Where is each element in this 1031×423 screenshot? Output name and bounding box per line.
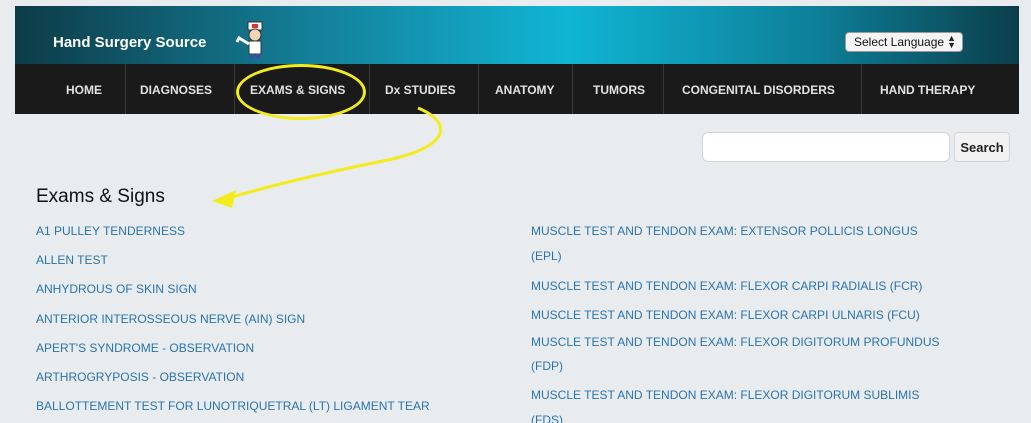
nav-separator — [663, 64, 664, 114]
nav-congenital-disorders[interactable]: CONGENITAL DISORDERS — [682, 83, 835, 97]
site-title[interactable]: Hand Surgery Source — [53, 34, 206, 51]
list-item[interactable]: ARTHROGRYPOSIS - OBSERVATION — [36, 370, 244, 384]
nav-hand-therapy[interactable]: HAND THERAPY — [880, 83, 975, 97]
nav-separator — [478, 64, 479, 114]
list-item[interactable]: MUSCLE TEST AND TENDON EXAM: FLEXOR DIGI… — [531, 335, 940, 349]
list-item[interactable]: ANTERIOR INTEROSSEOUS NERVE (AIN) SIGN — [36, 312, 305, 326]
nav-separator — [572, 64, 573, 114]
nav-separator — [369, 64, 370, 114]
doctor-mascot-icon — [235, 21, 263, 59]
nav-separator — [125, 64, 126, 114]
language-select-label: Select Language — [854, 35, 945, 49]
list-item[interactable]: ANHYDROUS OF SKIN SIGN — [36, 282, 197, 296]
main-nav: HOME DIAGNOSES EXAMS & SIGNS Dx STUDIES … — [15, 64, 1019, 114]
list-item[interactable]: A1 PULLEY TENDERNESS — [36, 224, 185, 238]
select-arrows-icon: ▲ ▼ — [947, 33, 956, 50]
search-button[interactable]: Search — [954, 132, 1010, 162]
nav-anatomy[interactable]: ANATOMY — [495, 83, 555, 97]
list-item[interactable]: APERT'S SYNDROME - OBSERVATION — [36, 341, 254, 355]
list-item-continued[interactable]: (FDS) — [531, 413, 563, 423]
list-item[interactable]: MUSCLE TEST AND TENDON EXAM: FLEXOR CARP… — [531, 308, 920, 322]
language-select[interactable]: Select Language ▲ ▼ — [845, 32, 963, 52]
nav-separator — [861, 64, 862, 114]
list-item[interactable]: ALLEN TEST — [36, 253, 108, 267]
annotation-ellipse — [236, 64, 366, 120]
list-item-continued[interactable]: (EPL) — [531, 249, 562, 263]
list-item-continued[interactable]: (FDP) — [531, 359, 563, 373]
nav-diagnoses[interactable]: DIAGNOSES — [140, 83, 212, 97]
nav-home[interactable]: HOME — [66, 83, 102, 97]
page-title: Exams & Signs — [36, 186, 165, 207]
nav-separator — [234, 64, 235, 114]
list-item[interactable]: MUSCLE TEST AND TENDON EXAM: EXTENSOR PO… — [531, 224, 918, 238]
search-input[interactable] — [702, 132, 950, 162]
site-header: Hand Surgery Source Select Language ▲ ▼ — [15, 6, 1019, 64]
list-item[interactable]: BALLOTTEMENT TEST FOR LUNOTRIQUETRAL (LT… — [36, 399, 430, 413]
nav-dx-studies[interactable]: Dx STUDIES — [385, 83, 456, 97]
list-item[interactable]: MUSCLE TEST AND TENDON EXAM: FLEXOR DIGI… — [531, 388, 920, 402]
nav-tumors[interactable]: TUMORS — [593, 83, 645, 97]
list-item[interactable]: MUSCLE TEST AND TENDON EXAM: FLEXOR CARP… — [531, 279, 922, 293]
